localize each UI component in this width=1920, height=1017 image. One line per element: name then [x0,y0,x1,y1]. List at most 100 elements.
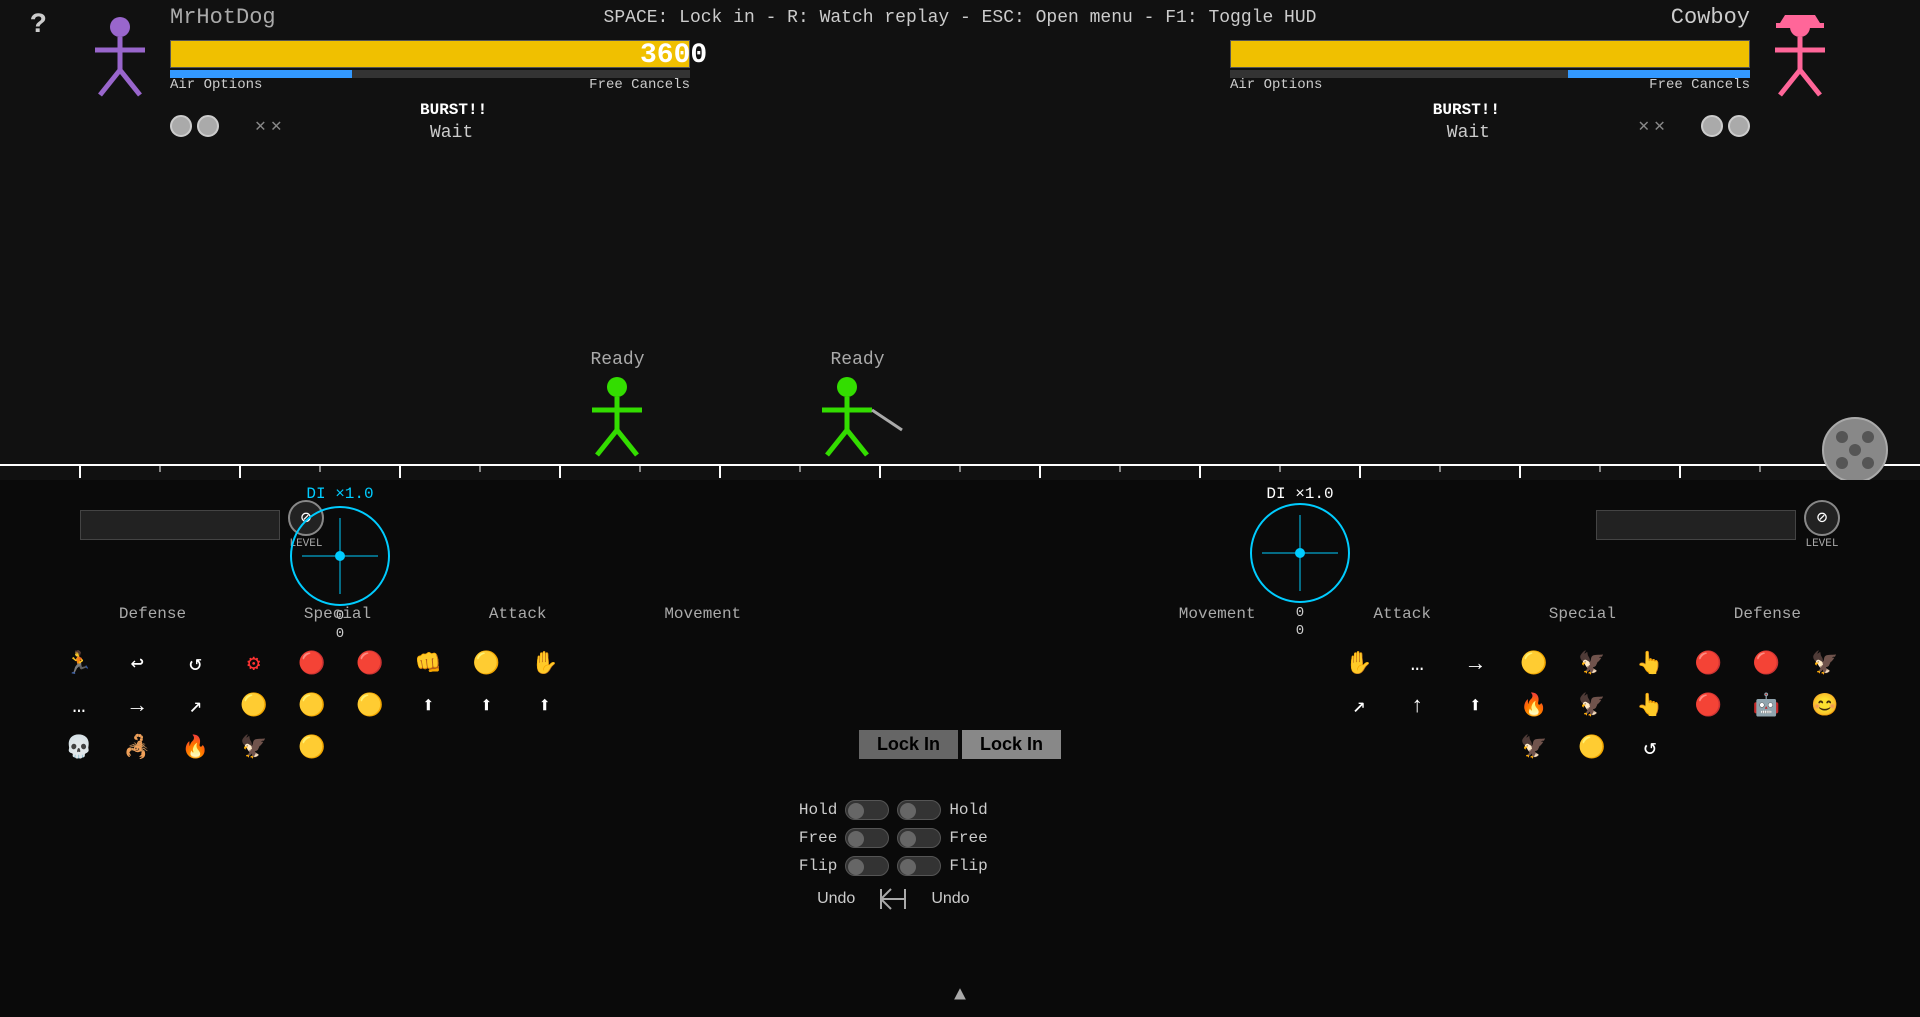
p1-di-label: DI ×1.0 [290,485,390,503]
p2-move-2-5[interactable]: 🦅 [1573,687,1611,725]
p2-move-1-9[interactable]: 🦅 [1806,645,1844,683]
p1-free-cancels: Free Cancels [589,77,690,93]
p2-free-toggle[interactable] [897,828,941,848]
ground-svg [0,450,1920,480]
p2-move-1-6[interactable]: 👆 [1631,645,1669,683]
p2-move-1-7[interactable]: 🔴 [1689,645,1727,683]
p1-flip-knob [848,859,864,875]
p2-move-2-7[interactable]: 🔴 [1689,687,1727,725]
p2-free-knob [900,831,916,847]
bottom-arrow[interactable]: ▲ [954,984,966,1007]
p1-free-toggle[interactable] [845,828,889,848]
hold-row: Hold Hold [799,800,988,820]
p2-character-svg [1760,15,1840,105]
p1-character-svg [80,15,160,105]
p1-cat-special: Special [304,605,371,634]
p1-move-2-7[interactable]: ⬆ [409,687,447,725]
p1-move-1-8[interactable]: 🟡 [468,645,506,683]
p2-move-3-1 [1340,729,1378,767]
p1-circles [170,115,219,137]
p2-circle-1 [1728,115,1750,137]
p2-move-2-3[interactable]: ⬆ [1456,687,1494,725]
help-icon[interactable]: ? [30,10,47,41]
p2-move-2-8[interactable]: 🤖 [1748,687,1786,725]
p1-free-label: Free [799,829,837,847]
p1-move-2-9[interactable]: ⬆ [526,687,564,725]
p1-di-dot [335,551,345,561]
p1-field-character: Ready [580,350,655,470]
p1-undo-button[interactable]: Undo [802,888,870,910]
p2-hold-label: Hold [949,801,987,819]
p2-field-character: Ready [810,350,905,470]
p2-circle-2 [1701,115,1723,137]
p1-move-1-3[interactable]: ↺ [176,645,214,683]
p1-move-1-2[interactable]: ↩ [118,645,156,683]
p2-move-2-4[interactable]: 🔥 [1515,687,1553,725]
p1-move-2-6[interactable]: 🟡 [351,687,389,725]
p2-x-marks: ✕ ✕ [1638,115,1665,137]
p1-move-2-2[interactable]: → [118,687,156,725]
p1-move-1-4[interactable]: ⚙ [235,645,273,683]
p1-move-1-1[interactable]: 🏃 [60,645,98,683]
p1-circle-2 [197,115,219,137]
p2-cat-special: Special [1549,605,1616,634]
p2-move-3-5[interactable]: 🟡 [1573,729,1611,767]
arena-item [1820,415,1890,485]
p2-di-wheel[interactable] [1250,503,1350,603]
p2-move-2-9[interactable]: 😊 [1806,687,1844,725]
p1-labels: Air Options Free Cancels [170,77,690,93]
top-hud: ? SPACE: Lock in - R: Watch replay - ESC… [0,0,1920,170]
p1-move-3-5[interactable]: 🟡 [293,729,331,767]
p1-move-2-4[interactable]: 🟡 [235,687,273,725]
score-display: 3600 [640,40,707,71]
p2-move-1-8[interactable]: 🔴 [1748,645,1786,683]
bottom-panel: ⊘ LEVEL DI ×1.0 0 0 DI ×1.0 0 [0,480,1920,1017]
p1-move-3-1[interactable]: 💀 [60,729,98,767]
p1-move-3-4[interactable]: 🦅 [235,729,273,767]
p2-level-icon: ⊘ [1804,500,1840,536]
p2-move-1-3[interactable]: → [1456,645,1494,683]
p2-level-text: LEVEL [1805,538,1838,550]
p2-level: ⊘ LEVEL [1596,500,1840,550]
p1-move-1-7[interactable]: 👊 [409,645,447,683]
p2-free-cancels: Free Cancels [1649,77,1750,93]
p2-flip-toggle[interactable] [897,856,941,876]
p2-move-1-1[interactable]: ✋ [1340,645,1378,683]
p1-hold-toggle[interactable] [845,800,889,820]
p2-move-3-9 [1806,729,1844,767]
p1-move-2-5[interactable]: 🟡 [293,687,331,725]
p1-move-3-7 [409,729,447,767]
p1-wait-label: Wait [430,123,473,143]
p1-flip-toggle[interactable] [845,856,889,876]
p2-move-1-2[interactable]: … [1398,645,1436,683]
p2-move-2-1[interactable]: ↗ [1340,687,1378,725]
p1-move-2-1[interactable]: … [60,687,98,725]
p2-character [1760,15,1840,95]
p1-move-3-2[interactable]: 🦂 [118,729,156,767]
p1-air-options: Air Options [170,77,262,93]
p2-hold-toggle[interactable] [897,800,941,820]
p2-undo-button[interactable]: Undo [916,888,984,910]
p1-move-1-5[interactable]: 🔴 [293,645,331,683]
p2-move-2-6[interactable]: 👆 [1631,687,1669,725]
p1-di-wheel[interactable] [290,506,390,606]
arena: Ready Ready [0,170,1920,480]
p2-move-3-4[interactable]: 🦅 [1515,729,1553,767]
p1-x1: ✕ [255,115,266,137]
p1-move-3-6 [351,729,389,767]
p1-area: MrHotDog Air Options F [80,5,830,32]
p1-move-1-6[interactable]: 🔴 [351,645,389,683]
p2-move-3-6[interactable]: ↺ [1631,729,1669,767]
p1-move-3-3[interactable]: 🔥 [176,729,214,767]
p1-move-3-9 [526,729,564,767]
p2-move-1-5[interactable]: 🦅 [1573,645,1611,683]
p1-move-2-8[interactable]: ⬆ [468,687,506,725]
p2-move-1-4[interactable]: 🟡 [1515,645,1553,683]
p1-move-2-3[interactable]: ↗ [176,687,214,725]
p1-health-bar [170,40,690,68]
p2-x1: ✕ [1654,115,1665,137]
p2-move-2-2[interactable]: ↑ [1398,687,1436,725]
p2-move-3-3 [1456,729,1494,767]
p1-move-1-9[interactable]: ✋ [526,645,564,683]
p1-ready-label: Ready [580,350,655,370]
